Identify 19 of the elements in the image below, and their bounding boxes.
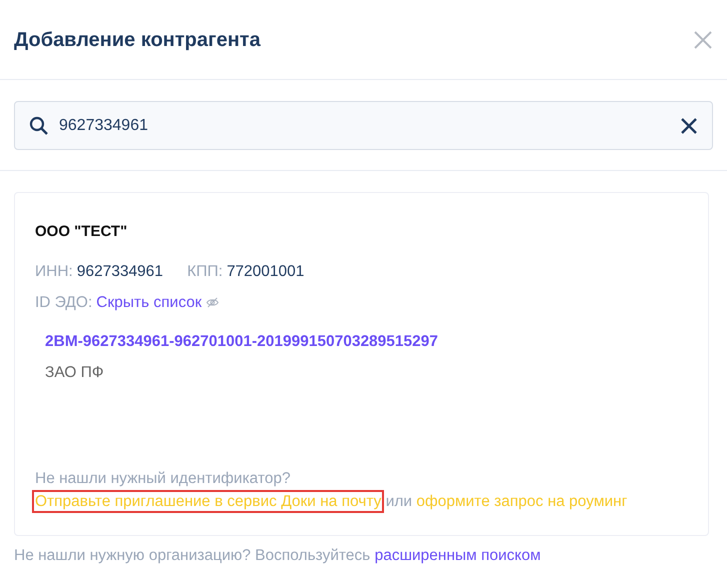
search-field[interactable]: 9627334961 (14, 101, 713, 150)
hint-text: Отправьте приглашение в сервис Доки на почту или оформите запрос на роуминг (35, 490, 688, 513)
hint-question: Не нашли нужный идентификатор? (35, 468, 292, 488)
field-value: 772001001 (226, 262, 304, 282)
field-label: КПП: (187, 262, 223, 282)
field-label: ID ЭДО: (35, 292, 92, 313)
clear-icon[interactable] (680, 116, 698, 134)
eye-slash-icon[interactable] (206, 296, 219, 308)
operator-name: ЗАО ПФ (45, 363, 105, 384)
field-value: 9627334961 (76, 262, 164, 282)
organization-name: ООО "ТЕСТ" (35, 222, 128, 242)
search-icon (29, 116, 49, 136)
edo-id: 2BM-9627334961-962701001-201999150703289515297 (45, 332, 440, 352)
field-label: ИНН: (35, 262, 73, 282)
hide-list-link[interactable]: Скрыть список (96, 290, 202, 314)
footer-text: Не нашли нужную организацию? Воспользуйтесь расширенным поиском (14, 546, 542, 566)
search-input[interactable]: 9627334961 (57, 112, 672, 138)
advanced-search-link[interactable]: расширенным поиском (374, 547, 541, 564)
dialog-title: Добавление контрагента (14, 28, 260, 52)
